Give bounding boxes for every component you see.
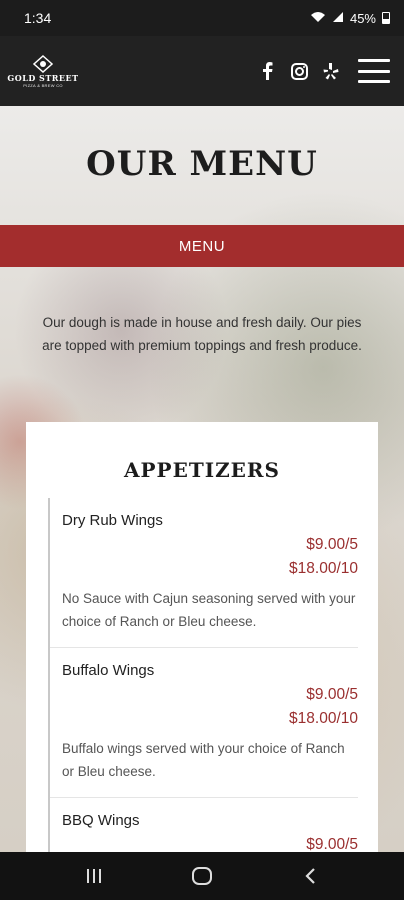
menu-item: BBQ Wings $9.00/5: [50, 798, 358, 852]
section-title: APPETIZERS: [124, 458, 280, 482]
menu-item-list: Dry Rub Wings $9.00/5 $18.00/10 No Sauce…: [48, 498, 358, 852]
menu-item-price: $9.00/5: [306, 836, 358, 852]
facebook-icon[interactable]: [258, 62, 276, 80]
menu-item-name: Buffalo Wings: [62, 662, 155, 679]
menu-item-description: Buffalo wings served with your choice of…: [62, 741, 345, 779]
menu-item: Dry Rub Wings $9.00/5 $18.00/10 No Sauce…: [50, 498, 358, 648]
page-title: OUR MENU: [86, 144, 318, 184]
back-button[interactable]: [290, 856, 330, 896]
wifi-icon: [310, 11, 326, 26]
menu-item-name: BBQ Wings: [62, 812, 140, 829]
status-icons: 45%: [310, 11, 390, 26]
site-logo[interactable]: GOLD STREET PIZZA & BREW CO: [7, 43, 78, 99]
logo-subtitle: PIZZA & BREW CO: [23, 82, 63, 88]
status-time: 1:34: [24, 10, 52, 26]
home-button[interactable]: [182, 856, 222, 896]
menu-item-price: $9.00/5: [306, 686, 358, 703]
menu-item: Buffalo Wings $9.00/5 $18.00/10 Buffalo …: [50, 648, 358, 798]
yelp-icon[interactable]: [322, 62, 340, 80]
hamburger-line: [358, 69, 390, 73]
system-nav-bar: [0, 852, 404, 900]
site-header: GOLD STREET PIZZA & BREW CO: [0, 36, 404, 106]
instagram-icon[interactable]: [290, 62, 308, 80]
menu-item-price: $9.00/5: [306, 536, 358, 553]
battery-percent: 45%: [349, 10, 376, 26]
status-bar: 1:34 45%: [0, 0, 404, 36]
logo-title: GOLD STREET: [7, 72, 79, 83]
intro-text: Our dough is made in house and fresh dai…: [42, 315, 362, 353]
hero-section: OUR MENU MENU Our dough is made in house…: [0, 106, 404, 852]
hamburger-line: [358, 59, 390, 62]
menu-item-description: No Sauce with Cajun seasoning served wit…: [62, 591, 356, 629]
menu-item-price: $18.00/10: [289, 560, 358, 577]
logo-emblem-icon: [33, 54, 53, 73]
menu-item-price: $18.00/10: [289, 710, 358, 727]
menu-tab[interactable]: MENU: [0, 225, 404, 267]
menu-item-name: Dry Rub Wings: [62, 512, 163, 529]
recent-apps-button[interactable]: [74, 856, 114, 896]
battery-icon: [382, 12, 390, 24]
hamburger-menu-button[interactable]: [358, 59, 390, 83]
header-actions: [258, 59, 390, 83]
signal-icon: [332, 11, 344, 26]
hamburger-line: [358, 80, 390, 83]
menu-card: APPETIZERS Dry Rub Wings $9.00/5 $18.00/…: [26, 422, 378, 852]
